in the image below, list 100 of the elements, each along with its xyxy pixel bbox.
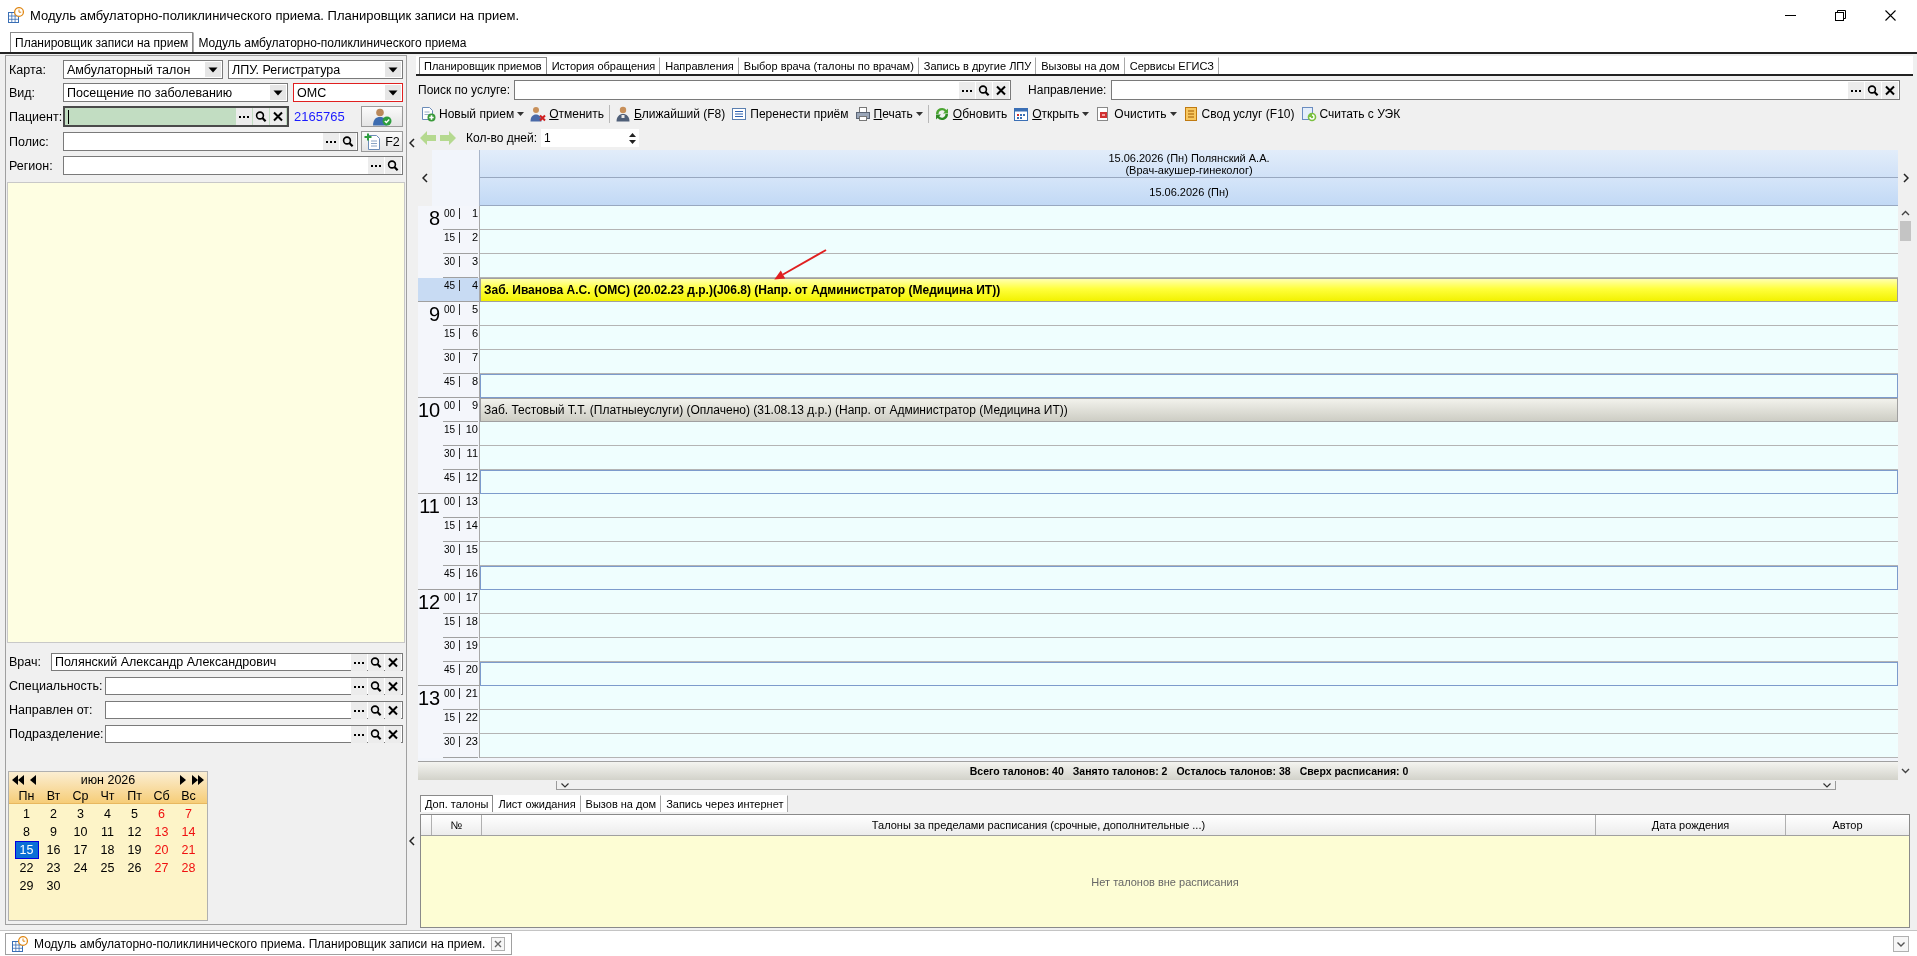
ellipsis-icon[interactable] [323, 133, 339, 150]
time-slot[interactable] [480, 470, 1898, 494]
calendar-day[interactable]: 10 [68, 823, 93, 841]
tab[interactable]: Планировщик записи на прием [10, 32, 194, 52]
search-icon[interactable] [1865, 81, 1881, 99]
calendar-day[interactable]: 16 [41, 841, 66, 859]
tab[interactable]: Лист ожидания [493, 795, 581, 812]
double-triangle-right-icon[interactable] [192, 775, 204, 785]
toolbar-button[interactable]: Перенести приём [728, 103, 852, 125]
ellipsis-icon[interactable] [959, 81, 976, 99]
calendar-day[interactable]: 12 [122, 823, 147, 841]
tab[interactable]: Вызов на дом [580, 795, 662, 812]
triangle-right-icon[interactable] [180, 775, 186, 785]
search-icon[interactable] [368, 701, 384, 719]
calendar-day[interactable]: 25 [95, 859, 120, 877]
calendar-day[interactable]: 27 [149, 859, 174, 877]
calendar-day[interactable]: 14 [176, 823, 201, 841]
appointment-bar[interactable]: Заб. Тестовый Т.Т. (Платныеуслуги) (Оплачено) (31.08.13 д.р.) (Напр. от Администратор (Медицина ИТ)) [480, 398, 1898, 422]
calendar-day[interactable]: 18 [95, 841, 120, 859]
ellipsis-icon[interactable] [351, 677, 367, 695]
toolbar-button[interactable]: Отменить [527, 103, 608, 125]
calendar-day[interactable]: 1 [14, 805, 39, 823]
toolbar-button[interactable]: Новый прием [417, 103, 528, 125]
document-tab[interactable]: Модуль амбулаторно-поликлинического приема. Планировщик записи на прием. [5, 932, 513, 955]
region-field[interactable] [63, 156, 403, 175]
caret-down-icon[interactable] [629, 139, 636, 144]
calendar-day[interactable]: 23 [41, 859, 66, 877]
time-slot[interactable] [480, 374, 1898, 398]
chevron-right-icon[interactable] [1902, 173, 1909, 183]
input-field[interactable]: Полянский Александр Александрович [50, 653, 403, 671]
toolbar-button[interactable]: Печать [851, 103, 926, 125]
chevron-down-icon[interactable] [561, 782, 569, 788]
column-header[interactable]: № [431, 815, 481, 835]
cross-icon[interactable] [270, 108, 286, 125]
calendar-day[interactable]: 6 [149, 805, 174, 823]
input-field[interactable] [105, 725, 403, 743]
ellipsis-icon[interactable] [236, 108, 252, 125]
calendar-day[interactable]: 17 [68, 841, 93, 859]
calendar-day[interactable]: 22 [14, 859, 39, 877]
time-cell[interactable]: 45 20 [418, 662, 480, 686]
tab[interactable]: Доп. талоны [420, 795, 494, 812]
patient-button[interactable] [361, 106, 403, 127]
time-cell[interactable]: 45 4 [418, 278, 480, 302]
calendar-day[interactable]: 19 [122, 841, 147, 859]
cross-icon[interactable] [385, 653, 401, 671]
search-icon[interactable] [368, 653, 384, 671]
search-field[interactable] [1111, 80, 1900, 100]
ellipsis-icon[interactable] [1848, 81, 1864, 99]
minimize-icon[interactable] [1785, 14, 1796, 16]
calendar-day[interactable]: 11 [95, 823, 120, 841]
chevron-left-icon[interactable] [408, 138, 415, 148]
tab[interactable]: Запись через интернет [661, 795, 789, 812]
calendar-day[interactable]: 29 [14, 877, 39, 895]
ellipsis-icon[interactable] [351, 653, 367, 671]
input-field[interactable] [105, 701, 403, 719]
dropdown[interactable]: ОМС [293, 83, 403, 102]
time-slot[interactable] [480, 662, 1898, 686]
days-field[interactable]: 1 [541, 129, 639, 147]
time-slot[interactable] [480, 566, 1898, 590]
search-icon[interactable] [340, 133, 356, 150]
dropdown[interactable]: Посещение по заболеванию [63, 83, 288, 102]
calendar-day[interactable]: 24 [68, 859, 93, 877]
tab[interactable]: Планировщик приемов [419, 57, 547, 74]
toolbar-button[interactable]: Свод услуг (F10) [1179, 103, 1298, 125]
calendar-day[interactable]: 9 [41, 823, 66, 841]
restore-icon[interactable] [1835, 9, 1846, 21]
search-icon[interactable] [385, 157, 401, 174]
column-header[interactable]: Дата рождения [1595, 815, 1785, 835]
calendar-day[interactable]: 30 [41, 877, 66, 895]
cross-icon[interactable] [993, 81, 1010, 99]
f2-button[interactable]: F2 [361, 131, 403, 152]
toolbar-button[interactable]: Очистить [1092, 103, 1180, 125]
calendar-day[interactable]: 8 [14, 823, 39, 841]
calendar-day[interactable]: 5 [122, 805, 147, 823]
cross-icon[interactable] [385, 677, 401, 695]
input-field[interactable] [105, 677, 403, 695]
time-cell[interactable]: 45 16 [418, 566, 480, 590]
caret-up-icon[interactable] [629, 132, 636, 137]
chevron-down-icon[interactable] [1823, 782, 1831, 788]
cross-icon[interactable] [385, 701, 401, 719]
dropdown[interactable]: ЛПУ. Регистратура [228, 60, 403, 79]
calendar-day[interactable]: 4 [95, 805, 120, 823]
toolbar-button[interactable]: Считать с УЭК [1297, 103, 1404, 125]
dropdown[interactable]: Амбулаторный талон [63, 60, 223, 79]
search-icon[interactable] [368, 677, 384, 695]
toolbar-button[interactable]: Открыть [1010, 103, 1093, 125]
calendar-day[interactable]: 21 [176, 841, 201, 859]
calendar-day[interactable]: 2 [41, 805, 66, 823]
search-icon[interactable] [368, 725, 384, 743]
time-cell[interactable]: 45 12 [418, 470, 480, 494]
triangle-left-icon[interactable] [30, 775, 36, 785]
search-field[interactable] [514, 80, 1012, 100]
chevron-down-icon[interactable] [1901, 768, 1910, 774]
close-icon[interactable] [1885, 9, 1896, 21]
cross-icon[interactable] [1882, 81, 1898, 99]
column-header[interactable]: Талоны за пределами расписания (срочные, дополнительные ...) [481, 815, 1595, 835]
patient-field[interactable] [63, 106, 289, 127]
calendar-day[interactable]: 15 [14, 841, 39, 859]
ellipsis-icon[interactable] [351, 725, 367, 743]
appointment-bar[interactable]: Заб. Иванова А.С. (ОМС) (20.02.23 д.р.)(J06.8) (Напр. от Администратор (Медицина ИТ)) [480, 278, 1898, 302]
